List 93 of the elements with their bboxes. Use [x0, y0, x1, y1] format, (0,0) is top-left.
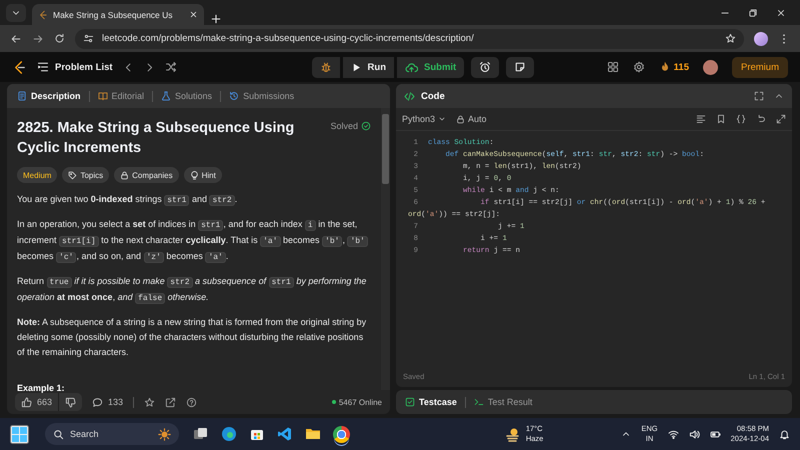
example-heading: Example 1:: [17, 383, 66, 393]
alarm-clock-icon: [479, 61, 492, 73]
paragraph: Note: A subsequence of a string is a new string that is formed from the original string by deleting some (possibly none) of the characters without disturbing the relative positions of the remaining characters.: [17, 316, 368, 359]
star-icon[interactable]: [144, 396, 156, 408]
check-square-icon: [405, 397, 415, 407]
book-icon: [98, 91, 108, 101]
taskbar-search[interactable]: Search: [45, 423, 179, 445]
submit-button[interactable]: Submit: [397, 56, 464, 78]
solved-status: Solved: [330, 121, 358, 131]
panel-tab[interactable]: Description: [15, 91, 83, 101]
online-count: 5467 Online: [338, 398, 382, 406]
address-bar[interactable]: leetcode.com/problems/make-string-a-subsequence-using-cyclic-increments/description/: [75, 28, 744, 48]
weather-icon[interactable]: [504, 426, 521, 442]
comments-button[interactable]: 133: [92, 396, 124, 408]
note-icon: [514, 61, 526, 73]
settings-icon[interactable]: [632, 61, 645, 73]
panel-tab[interactable]: Solutions: [159, 91, 214, 101]
paragraph: Return true if it is possible to make str2 a subsequence of str1 by performing the operation at most once, and false otherwise.: [17, 275, 368, 306]
paragraph: You are given two 0-indexed strings str1 and str2 .: [17, 193, 238, 208]
list-icon: [37, 61, 49, 73]
streak-count: 115: [674, 62, 689, 72]
panel-tab[interactable]: Editorial: [96, 91, 146, 101]
user-avatar[interactable]: [702, 60, 718, 74]
language-dropdown[interactable]: Python3: [402, 114, 446, 124]
code-icon: [404, 90, 415, 102]
lock-icon: [456, 114, 466, 124]
new-tab-icon[interactable]: [210, 13, 222, 25]
cloud-upload-icon: [405, 60, 418, 74]
logo-icon[interactable]: [12, 60, 27, 74]
history-icon: [229, 91, 240, 101]
folder-icon[interactable]: [305, 426, 321, 442]
companies-tag[interactable]: Companies: [114, 167, 179, 183]
mode-dropdown[interactable]: Auto: [456, 114, 487, 124]
shuffle-icon[interactable]: [164, 61, 177, 73]
panel-tab[interactable]: Submissions: [227, 91, 296, 101]
browser-icon[interactable]: [221, 426, 237, 442]
share-icon[interactable]: [165, 396, 176, 408]
lightbulb-icon: [190, 170, 199, 180]
restore-icon[interactable]: [748, 8, 758, 18]
comment-icon: [92, 396, 104, 408]
braces-icon[interactable]: [736, 114, 746, 124]
battery-icon[interactable]: [710, 428, 721, 440]
volume-icon[interactable]: [688, 428, 700, 440]
start-button[interactable]: [10, 424, 29, 444]
format-icon[interactable]: [696, 114, 706, 124]
check-circle-icon: [361, 121, 371, 131]
topics-tag[interactable]: Topics: [62, 167, 110, 183]
help-icon[interactable]: [186, 396, 198, 408]
site-settings-icon: [83, 33, 94, 44]
back-icon[interactable]: [10, 32, 22, 44]
thumbs-up-icon: [21, 396, 32, 408]
panel-tab[interactable]: Testcase: [403, 397, 459, 407]
notes-button[interactable]: [506, 56, 534, 78]
debug-button[interactable]: [312, 56, 340, 78]
fullscreen-icon[interactable]: [754, 91, 764, 101]
expand-icon[interactable]: [776, 114, 786, 124]
terminal-icon: [474, 397, 484, 407]
wifi-icon[interactable]: [668, 428, 679, 440]
forward-icon[interactable]: [32, 32, 44, 44]
problem-title: 2825. Make String a Subsequence Using Cyclic Increments: [17, 119, 296, 158]
sun-icon: [158, 428, 171, 440]
reload-icon[interactable]: [54, 33, 65, 44]
chevron-down-icon: [438, 115, 446, 123]
search-icon: [53, 428, 64, 440]
paragraph: In an operation, you select a set of indices in str1 , and for each index i in the set, increment str1[i] to the next character cyclically. That is 'a' becomes 'b' , 'b' becomes 'c' , and so on, and 'z' becomes 'a' .: [17, 217, 371, 265]
lock-icon: [120, 170, 130, 180]
thumbs-down-icon: [65, 396, 76, 408]
grid-icon[interactable]: [606, 61, 619, 73]
hint-tag[interactable]: Hint: [184, 167, 222, 183]
panel-title: Code: [421, 90, 445, 102]
close-icon[interactable]: [776, 8, 786, 18]
close-icon[interactable]: [189, 10, 198, 19]
panel-tab[interactable]: Test Result: [472, 397, 534, 407]
online-dot: [332, 400, 336, 404]
task-view-icon[interactable]: [193, 426, 209, 442]
undo-icon[interactable]: [756, 114, 766, 124]
flask-icon: [161, 91, 172, 101]
tag-icon: [68, 170, 78, 180]
browser-tab[interactable]: Make String a Subsequence Us: [32, 4, 204, 25]
chrome-app-icon[interactable]: [333, 426, 350, 442]
bug-icon: [320, 61, 332, 73]
scrollbar[interactable]: [381, 108, 390, 390]
bookmark-icon[interactable]: [716, 114, 726, 124]
premium-button[interactable]: Premium: [732, 56, 788, 78]
document-icon: [17, 91, 27, 101]
bell-icon[interactable]: [779, 428, 790, 440]
timer-button[interactable]: [471, 56, 500, 78]
code-editor-icon[interactable]: [277, 426, 293, 442]
profile-avatar[interactable]: [754, 32, 768, 46]
difficulty-tag: Medium: [17, 167, 58, 183]
problem-list-button[interactable]: Problem List: [37, 61, 113, 73]
star-icon[interactable]: [725, 33, 736, 44]
run-button[interactable]: Run: [342, 56, 394, 78]
